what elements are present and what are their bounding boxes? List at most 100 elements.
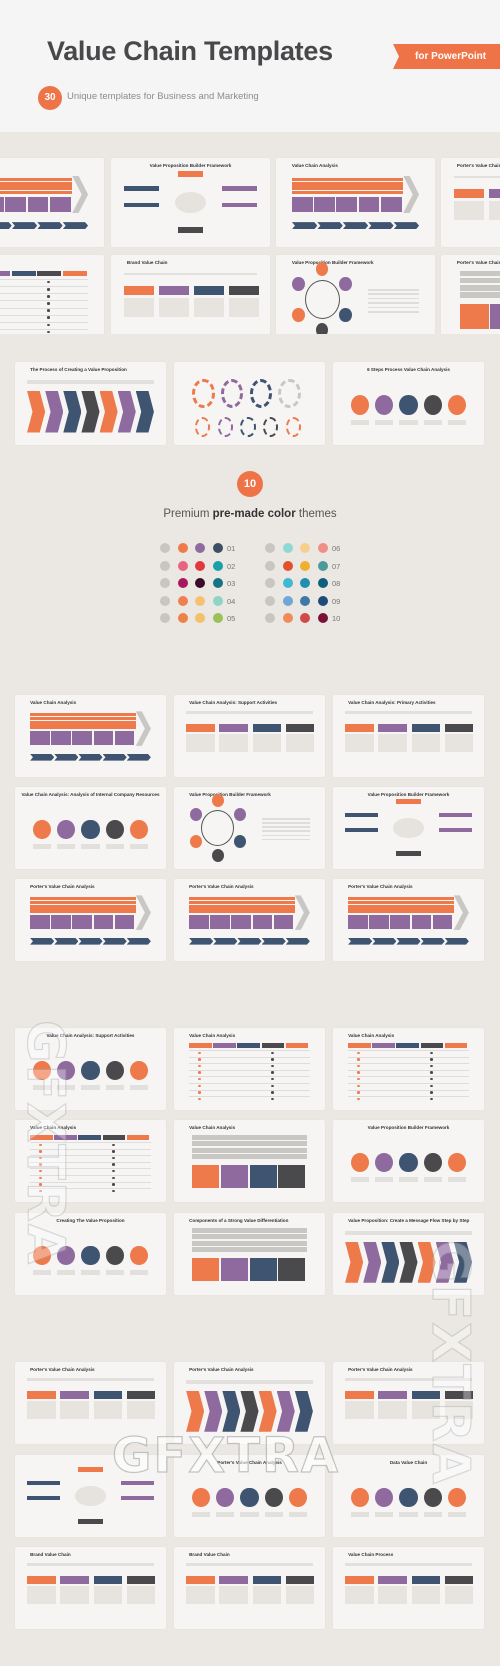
thumbnail-title: Value Chain Analysis — [30, 699, 77, 705]
diagram-shape — [186, 711, 313, 714]
diagram-shape — [378, 734, 407, 753]
template-thumbnail[interactable]: Porter's Value Chain Analysis — [174, 879, 325, 961]
diagram-shape — [192, 1141, 307, 1147]
diagram-shape — [198, 1091, 202, 1094]
diagram-shape — [249, 1258, 277, 1282]
template-thumbnail[interactable]: Porter's Value Chain Ana — [441, 255, 500, 334]
diagram-shape — [351, 1152, 370, 1173]
diagram-shape — [33, 819, 52, 840]
diagram-shape — [30, 754, 55, 761]
diagram-shape — [123, 186, 159, 191]
diagram-shape — [192, 1258, 220, 1282]
diagram-shape — [30, 905, 136, 909]
template-thumbnail[interactable]: Value Chain Analysis — [15, 695, 166, 777]
theme-label: 08 — [332, 579, 341, 588]
template-thumbnail[interactable]: Value Chain Analysis — [333, 1028, 484, 1110]
diagram-shape — [39, 1143, 43, 1147]
diagram-shape — [399, 395, 418, 416]
template-thumbnail[interactable]: Porter's Value Chain Analysis — [333, 1362, 484, 1444]
template-thumbnail[interactable]: Brand Value Chain — [174, 1547, 325, 1629]
diagram-shape — [261, 1042, 285, 1048]
diagram-shape — [105, 1245, 124, 1266]
diagram-shape — [46, 287, 51, 291]
diagram-shape — [378, 1575, 407, 1584]
template-thumbnail[interactable]: Value Proposition Builder Framework — [333, 1120, 484, 1202]
diagram-shape — [27, 1563, 154, 1566]
template-thumbnail[interactable]: Value Proposition Builder Framework — [174, 787, 325, 869]
template-thumbnail[interactable]: Brand Value Chain — [111, 255, 270, 334]
diagram-shape — [240, 1390, 259, 1432]
template-thumbnail[interactable]: Porter's Value Chain Analysis — [174, 1455, 325, 1537]
diagram-shape — [368, 288, 420, 291]
template-thumbnail[interactable]: Creating The Value Proposition — [15, 1213, 166, 1295]
diagram-shape — [158, 286, 189, 296]
template-thumbnail[interactable]: alysis — [0, 158, 104, 247]
diagram-shape — [345, 734, 374, 753]
thumbnail-title: Value Chain Analysis — [348, 1032, 395, 1038]
template-thumbnail[interactable] — [174, 362, 325, 445]
template-thumbnail[interactable]: Components of a Strong Value Differentia… — [174, 1213, 325, 1295]
diagram-shape — [111, 1170, 115, 1173]
diagram-shape — [444, 1390, 474, 1399]
template-thumbnail[interactable]: Value Chain Analysis: Support Activities — [174, 695, 325, 777]
template-thumbnail[interactable] — [15, 1455, 166, 1537]
template-thumbnail[interactable]: Value Chain Analysis: Support Activities — [15, 1028, 166, 1110]
diagram-shape — [460, 271, 500, 277]
template-thumbnail[interactable]: Value Proposition Builder Framework — [276, 255, 435, 334]
diagram-shape — [135, 895, 151, 930]
template-thumbnail[interactable]: Value Chain Analysis — [174, 1120, 325, 1202]
diagram-shape — [460, 303, 489, 329]
template-thumbnail[interactable]: Value Chain Analysis: Analysis of Intern… — [15, 787, 166, 869]
diagram-shape — [11, 222, 38, 230]
diagram-shape — [375, 1177, 394, 1183]
diagram-shape — [237, 938, 262, 945]
diagram-shape — [105, 1085, 124, 1091]
template-thumbnail[interactable] — [0, 255, 104, 334]
diagram-shape — [192, 1234, 307, 1240]
template-thumbnail[interactable]: 6 Steps Process Value Chain Analysis — [333, 362, 484, 445]
diagram-shape — [336, 197, 358, 213]
diagram-shape — [372, 1042, 395, 1048]
template-thumbnail[interactable]: Porter's Value Chain Analysis — [15, 1362, 166, 1444]
diagram-shape — [411, 723, 441, 732]
diagram-shape — [429, 1091, 433, 1094]
template-thumbnail[interactable]: Value Chain Process — [333, 1547, 484, 1629]
thumbnail-title: Porter's Value Chain Analysis — [30, 883, 95, 889]
template-thumbnail[interactable]: Porter's Value Chain Analysis — [441, 158, 500, 247]
template-thumbnail[interactable]: Value Proposition Builder Framework — [111, 158, 270, 247]
diagram-shape — [348, 915, 368, 930]
diagram-shape — [490, 303, 500, 329]
template-thumbnail[interactable]: Brand Value Chain — [15, 1547, 166, 1629]
template-thumbnail[interactable]: Porter's Value Chain Analysis — [333, 879, 484, 961]
diagram-shape — [285, 1586, 315, 1605]
template-thumbnail[interactable]: Value Chain Analysis: Primary Activities — [333, 695, 484, 777]
diagram-shape — [423, 1152, 442, 1173]
diagram-shape — [270, 1091, 274, 1094]
diagram-shape — [285, 416, 301, 437]
thumbnail-title: Value Chain Analysis — [189, 1124, 236, 1130]
template-thumbnail[interactable]: Data Value Chain — [333, 1455, 484, 1537]
diagram-shape — [186, 1586, 215, 1605]
diagram-shape — [49, 197, 71, 213]
diagram-shape — [62, 222, 89, 230]
diagram-shape — [278, 1258, 306, 1282]
diagram-shape — [444, 1575, 474, 1584]
diagram-shape — [345, 828, 379, 833]
template-count-badge: 30 — [38, 86, 62, 110]
diagram-shape — [105, 1270, 124, 1276]
template-thumbnail[interactable]: Value Proposition: Create a Message Flow… — [333, 1213, 484, 1295]
theme-label: 07 — [332, 561, 341, 571]
template-thumbnail[interactable]: The Process of Creating a Value Proposit… — [15, 362, 166, 445]
template-thumbnail[interactable]: Porter's Value Chain Analysis — [15, 879, 166, 961]
diagram-shape — [429, 1064, 433, 1068]
template-thumbnail[interactable]: Value Chain Analysis — [15, 1120, 166, 1202]
template-thumbnail[interactable]: Porter's Value Chain Analysis — [174, 1362, 325, 1444]
template-thumbnail[interactable]: Value Chain Analysis — [174, 1028, 325, 1110]
template-thumbnail[interactable]: Value Proposition Builder Framework — [333, 787, 484, 869]
color-swatch — [160, 613, 170, 623]
diagram-shape — [261, 838, 310, 841]
theme-label: 02 — [227, 561, 236, 571]
template-thumbnail[interactable]: Value Chain Analysis — [276, 158, 435, 247]
color-swatch — [195, 595, 205, 606]
diagram-shape — [27, 1575, 56, 1584]
